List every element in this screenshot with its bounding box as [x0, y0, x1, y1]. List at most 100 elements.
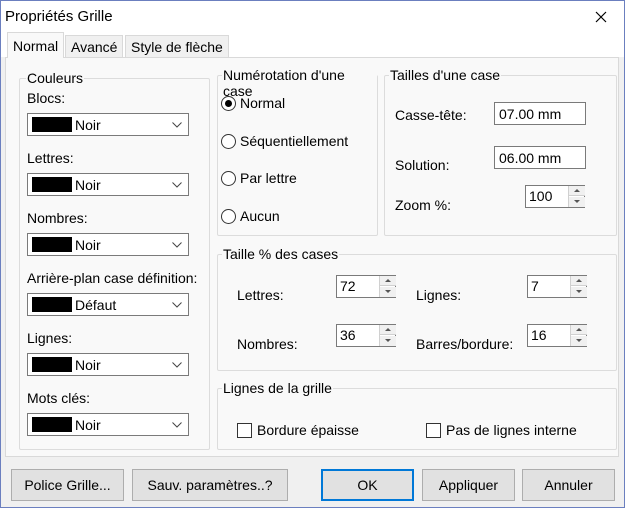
radio-circle	[221, 133, 236, 149]
lignes-pct-value: 7	[531, 278, 539, 294]
window-title: Propriétés Grille	[5, 8, 113, 25]
casse-tete-label: Casse-tête:	[395, 107, 467, 123]
radio-sequentiellement-label: Séquentiellement	[240, 133, 349, 149]
tab-style-fleche[interactable]: Style de flèche	[125, 35, 229, 57]
bordure-epaisse-checkbox[interactable]: Bordure épaisse	[237, 422, 359, 438]
lignes-color-value: Noir	[75, 357, 101, 373]
lignes-grille-group: Lignes de la grille	[217, 380, 617, 450]
blocs-value: Noir	[75, 117, 101, 133]
radio-aucun[interactable]: Aucun	[221, 208, 280, 224]
nombres-pct-label: Nombres:	[237, 336, 298, 352]
color-swatch	[32, 417, 72, 432]
police-grille-button[interactable]: Police Grille...	[11, 469, 124, 501]
tab-avance[interactable]: Avancé	[65, 35, 124, 57]
barres-bordure-value: 16	[531, 327, 547, 343]
radio-dot	[225, 99, 232, 107]
checkbox-box	[237, 422, 252, 438]
lignes-pct-label: Lignes:	[416, 287, 462, 303]
spin-down-icon[interactable]	[380, 287, 396, 297]
blocs-combo[interactable]: Noir	[27, 113, 189, 136]
color-swatch	[32, 357, 72, 372]
spin-up-icon[interactable]	[380, 325, 396, 335]
radio-circle	[221, 95, 236, 111]
chevron-down-icon	[172, 242, 182, 248]
radio-par-lettre[interactable]: Par lettre	[221, 170, 297, 186]
arriere-plan-combo[interactable]: Défaut	[27, 293, 189, 316]
arriere-plan-label: Arrière-plan case définition:	[27, 270, 198, 286]
spin-buttons	[379, 276, 396, 297]
zoom-label: Zoom %:	[395, 197, 452, 213]
spin-buttons	[570, 325, 587, 346]
spin-buttons	[379, 325, 396, 346]
mots-cles-value: Noir	[75, 417, 101, 433]
taille-pct-group: Taille % des cases	[217, 246, 617, 371]
barres-bordure-label: Barres/bordure:	[416, 336, 514, 352]
radio-normal-label: Normal	[240, 95, 286, 111]
radio-normal[interactable]: Normal	[221, 95, 285, 111]
ok-button[interactable]: OK	[321, 469, 414, 501]
chevron-down-icon	[172, 362, 182, 368]
dialog-footer: Police Grille... Sauv. paramètres..? OK …	[1, 459, 624, 507]
annuler-button[interactable]: Annuler	[522, 469, 615, 501]
bordure-epaisse-label: Bordure épaisse	[257, 422, 359, 438]
spin-down-icon[interactable]	[571, 336, 587, 346]
lettres-pct-spinner[interactable]: 72	[336, 275, 396, 298]
lignes-color-label: Lignes:	[27, 330, 73, 346]
chevron-down-icon	[172, 182, 182, 188]
lettres-color-combo[interactable]: Noir	[27, 173, 189, 196]
spin-down-icon[interactable]	[569, 197, 585, 207]
spin-up-icon[interactable]	[571, 276, 587, 286]
zoom-value: 100	[529, 188, 553, 204]
radio-par-lettre-label: Par lettre	[240, 170, 297, 186]
pas-lignes-interne-label: Pas de lignes interne	[446, 422, 577, 438]
lignes-color-combo[interactable]: Noir	[27, 353, 189, 376]
chevron-down-icon	[172, 302, 182, 308]
nombres-color-combo[interactable]: Noir	[27, 233, 189, 256]
lignes-grille-title: Lignes de la grille	[222, 380, 333, 396]
appliquer-button[interactable]: Appliquer	[422, 469, 515, 501]
sauv-parametres-button[interactable]: Sauv. paramètres..?	[132, 469, 288, 501]
spin-down-icon[interactable]	[380, 336, 396, 346]
lettres-color-value: Noir	[75, 177, 101, 193]
tab-bar: Normal Avancé Style de flèche	[1, 32, 624, 58]
dialog-window: Propriétés Grille Normal Avancé Style de…	[0, 0, 625, 508]
chevron-down-icon	[172, 422, 182, 428]
close-button[interactable]	[578, 1, 624, 32]
spin-up-icon[interactable]	[569, 186, 585, 196]
spin-down-icon[interactable]	[571, 287, 587, 297]
radio-sequentiellement[interactable]: Séquentiellement	[221, 133, 348, 149]
spin-up-icon[interactable]	[380, 276, 396, 286]
checkbox-box	[426, 422, 441, 438]
color-swatch	[32, 117, 72, 132]
solution-input[interactable]	[494, 146, 586, 169]
chevron-down-icon	[172, 122, 182, 128]
mots-cles-label: Mots clés:	[27, 390, 91, 406]
barres-bordure-spinner[interactable]: 16	[527, 324, 587, 347]
tailles-title: Tailles d'une case	[389, 67, 502, 83]
spin-up-icon[interactable]	[571, 325, 587, 335]
nombres-pct-spinner[interactable]: 36	[336, 324, 396, 347]
nombres-color-value: Noir	[75, 237, 101, 253]
zoom-spinner[interactable]: 100	[525, 185, 585, 208]
lettres-color-label: Lettres:	[27, 150, 74, 166]
lignes-pct-spinner[interactable]: 7	[527, 275, 587, 298]
mots-cles-combo[interactable]: Noir	[27, 413, 189, 436]
nombres-color-label: Nombres:	[27, 210, 88, 226]
radio-circle	[221, 170, 236, 186]
lettres-pct-value: 72	[340, 278, 356, 294]
casse-tete-input[interactable]	[494, 102, 586, 125]
color-swatch	[32, 237, 72, 252]
color-swatch	[32, 177, 72, 192]
tab-normal[interactable]: Normal	[7, 32, 65, 58]
solution-label: Solution:	[395, 157, 450, 173]
radio-circle	[221, 208, 236, 224]
title-bar: Propriétés Grille	[1, 1, 624, 32]
spin-buttons	[570, 276, 587, 297]
taille-pct-title: Taille % des cases	[222, 246, 340, 262]
tab-panel-normal: Couleurs Blocs: Noir Lettres: Noir Nombr…	[5, 57, 619, 457]
pas-lignes-interne-checkbox[interactable]: Pas de lignes interne	[426, 422, 577, 438]
arriere-plan-value: Défaut	[75, 297, 117, 313]
blocs-label: Blocs:	[27, 90, 66, 106]
nombres-pct-value: 36	[340, 327, 356, 343]
color-swatch	[32, 297, 72, 312]
